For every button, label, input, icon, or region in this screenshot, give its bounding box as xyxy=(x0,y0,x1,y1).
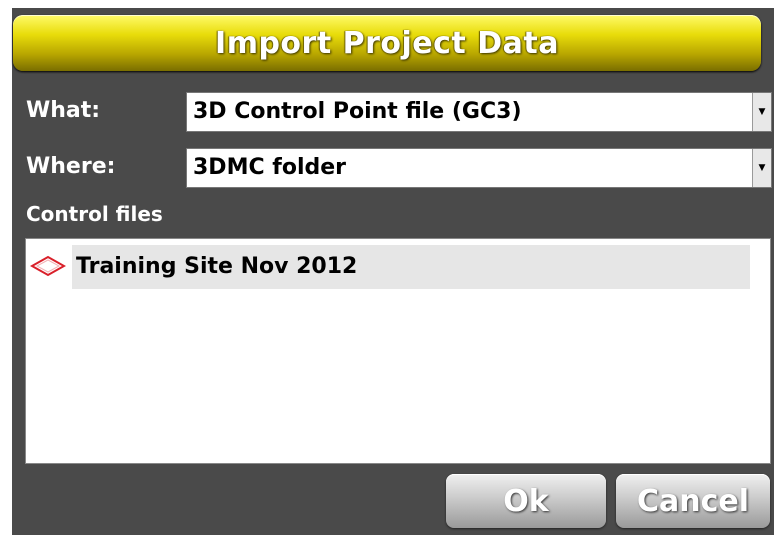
dialog-title: Import Project Data xyxy=(215,25,559,61)
control-files-label: Control files xyxy=(26,202,163,226)
where-dropdown-value: 3DMC folder xyxy=(193,155,347,180)
where-dropdown[interactable]: 3DMC folder ▼ xyxy=(186,148,772,188)
list-item[interactable]: Training Site Nov 2012 xyxy=(26,245,750,289)
control-files-list[interactable]: Training Site Nov 2012 xyxy=(25,238,771,464)
what-dropdown-value: 3D Control Point file (GC3) xyxy=(193,99,522,124)
dialog-title-bar: Import Project Data xyxy=(13,15,761,71)
ok-button[interactable]: Ok xyxy=(446,474,606,528)
what-label: What: xyxy=(26,98,101,123)
where-label: Where: xyxy=(26,154,116,179)
cancel-button[interactable]: Cancel xyxy=(616,474,770,528)
chevron-down-icon[interactable]: ▼ xyxy=(752,93,771,131)
control-point-diamond-icon xyxy=(30,255,66,277)
what-dropdown[interactable]: 3D Control Point file (GC3) ▼ xyxy=(186,92,772,132)
chevron-down-icon[interactable]: ▼ xyxy=(752,149,771,187)
list-item-label: Training Site Nov 2012 xyxy=(76,254,358,279)
